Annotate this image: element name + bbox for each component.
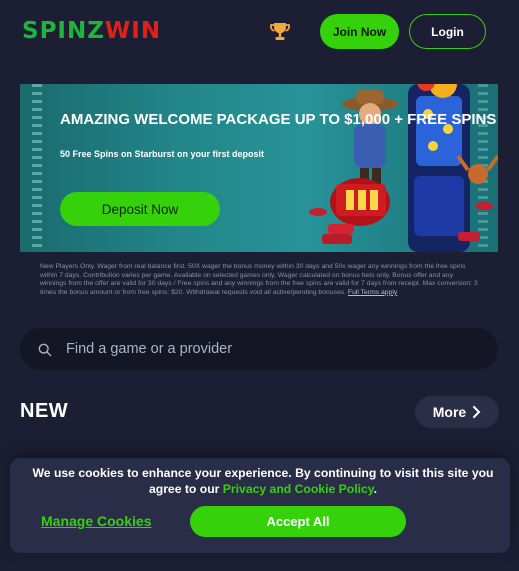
trophy-icon[interactable]: [268, 20, 292, 44]
banner-title: AMAZING WELCOME PACKAGE UP TO $1,000 + F…: [60, 111, 497, 128]
disclaimer-text: New Players Only. Wager from real balanc…: [40, 263, 478, 296]
cookie-message: We use cookies to enhance your experienc…: [30, 465, 496, 497]
more-button[interactable]: More: [415, 396, 499, 428]
search-icon: [38, 343, 52, 357]
logo-text-spinz: SPINZ: [22, 18, 105, 44]
login-button[interactable]: Login: [409, 14, 486, 49]
privacy-cookie-policy-link[interactable]: Privacy and Cookie Policy: [223, 482, 374, 496]
join-now-button[interactable]: Join Now: [320, 14, 399, 49]
site-header: SPINZWIN Join Now Login: [0, 0, 519, 64]
spinzwin-logo[interactable]: SPINZWIN: [22, 18, 161, 44]
accept-all-button[interactable]: Accept All: [190, 506, 406, 537]
banner-subtitle: 50 Free Spins on Starburst on your first…: [60, 149, 265, 159]
search-input[interactable]: [66, 338, 466, 360]
section-title-new: NEW: [20, 400, 69, 422]
chevron-right-icon: [473, 406, 481, 418]
deposit-now-button[interactable]: Deposit Now: [60, 192, 220, 226]
slot-machine-cowboy-illustration: [309, 84, 498, 252]
full-terms-link[interactable]: Full Terms apply: [348, 289, 397, 296]
bonus-terms-disclaimer: New Players Only. Wager from real balanc…: [40, 263, 480, 297]
cookie-consent-banner: We use cookies to enhance your experienc…: [10, 458, 510, 553]
manage-cookies-link[interactable]: Manage Cookies: [41, 513, 151, 529]
logo-text-win: WIN: [104, 18, 162, 44]
cookie-message-end: .: [373, 482, 378, 496]
welcome-banner[interactable]: AMAZING WELCOME PACKAGE UP TO $1,000 + F…: [20, 84, 498, 252]
more-button-label: More: [432, 404, 467, 420]
banner-light-strip-left: [32, 84, 42, 252]
